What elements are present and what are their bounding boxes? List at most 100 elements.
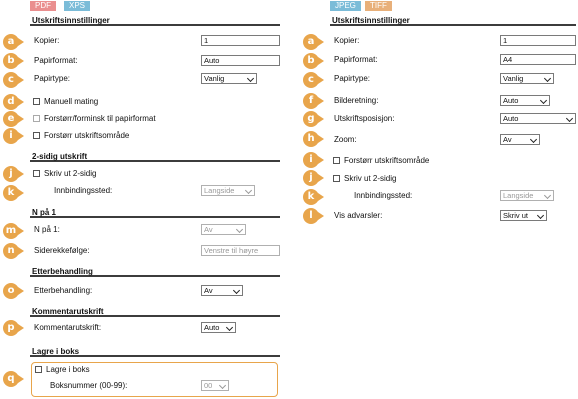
- r-posisjon-value: Auto: [503, 114, 519, 123]
- chevron-down-icon: [565, 114, 574, 123]
- innbinding-label: Innbindingssted:: [54, 186, 113, 195]
- badge-l-right: l: [303, 208, 324, 224]
- right-row-papirformat: Papirformat: A4: [330, 54, 576, 66]
- chevron-down-icon: [225, 323, 234, 332]
- left-row-skriv2: Skriv ut 2-sidig: [30, 168, 280, 180]
- innbinding-select[interactable]: Langside: [201, 185, 255, 196]
- left-row-papirformat: Papirformat: Auto: [30, 55, 280, 67]
- section-npa1: N på 1: [30, 207, 280, 218]
- papirtype-label: Papirtype:: [34, 74, 71, 83]
- badge-h-right: h: [303, 131, 324, 147]
- right-row-posisjon: Utskriftsposisjon: Auto: [330, 113, 576, 125]
- badge-i-right: i: [303, 152, 324, 168]
- r-papirtype-select[interactable]: Vanlig: [500, 73, 554, 84]
- right-row-kopier: Kopier: 1: [330, 35, 576, 47]
- r-papirformat-label: Papirformat:: [334, 55, 378, 64]
- manuell-label: Manuell mating: [44, 97, 99, 106]
- r-kopier-label: Kopier:: [334, 36, 360, 45]
- left-row-komm: Kommentarutskrift: Auto: [30, 322, 280, 334]
- forstorr-omr-label: Forstørr utskriftsområde: [44, 131, 130, 140]
- right-row-zoom: Zoom: Av: [330, 134, 576, 146]
- r-zoom-value: Av: [503, 135, 512, 144]
- badge-c-right: c: [303, 72, 324, 88]
- npa1-label: N på 1:: [34, 225, 60, 234]
- r-zoom-select[interactable]: Av: [500, 134, 540, 145]
- badge-n-left: n: [3, 243, 24, 259]
- r-skriv2-label: Skriv ut 2-sidig: [344, 174, 397, 183]
- r-advarsler-select[interactable]: Skriv ut: [500, 210, 547, 221]
- r-advarsler-value: Skriv ut: [503, 211, 529, 220]
- badge-a-right: a: [303, 34, 324, 50]
- badge-c-left: c: [3, 72, 24, 88]
- chevron-down-icon: [218, 381, 227, 390]
- left-row-lagre: Lagre i boks: [31, 364, 276, 376]
- badge-p-left: p: [3, 320, 24, 336]
- r-forstorr-omr-checkbox[interactable]: [333, 157, 340, 164]
- right-row-bilderetning: Bilderetning: Auto: [330, 95, 576, 107]
- r-skriv2-checkbox[interactable]: [333, 175, 340, 182]
- r-kopier-input[interactable]: 1: [500, 35, 576, 46]
- chevron-down-icon: [235, 225, 244, 234]
- npa1-select[interactable]: Av: [201, 224, 246, 235]
- left-row-manuell: Manuell mating: [30, 96, 280, 108]
- section-etter: Etterbehandling: [30, 266, 280, 277]
- npa1-value: Av: [204, 225, 213, 234]
- badge-o-left: o: [3, 283, 24, 299]
- papirformat-label: Papirformat:: [34, 56, 78, 65]
- papirtype-select[interactable]: Vanlig: [201, 73, 257, 84]
- papirtype-value: Vanlig: [204, 74, 225, 83]
- left-row-forstorr-omr: Forstørr utskriftsområde: [30, 130, 280, 142]
- boksnr-select[interactable]: 00: [201, 380, 229, 391]
- r-papirtype-value: Vanlig: [503, 74, 524, 83]
- left-row-kopier: Kopier: 1: [30, 35, 280, 47]
- kopier-input[interactable]: 1: [201, 35, 280, 46]
- badge-a-left: a: [3, 34, 24, 50]
- r-posisjon-label: Utskriftsposisjon:: [334, 114, 395, 123]
- lagre-checkbox[interactable]: [35, 366, 42, 373]
- badge-b-right: b: [303, 53, 324, 69]
- section-lagre: Lagre i boks: [30, 346, 280, 357]
- r-advarsler-label: Vis advarsler:: [334, 211, 383, 220]
- badge-i-left: i: [3, 128, 24, 144]
- section-2sidig: 2-sidig utskrift: [30, 151, 280, 162]
- kopier-label: Kopier:: [34, 36, 60, 45]
- forstorr-omr-checkbox[interactable]: [33, 132, 40, 139]
- lagre-label: Lagre i boks: [46, 365, 90, 374]
- r-zoom-label: Zoom:: [334, 135, 357, 144]
- komm-select[interactable]: Auto: [201, 322, 236, 333]
- manuell-checkbox[interactable]: [33, 98, 40, 105]
- r-innbinding-label: Innbindingssted:: [354, 191, 413, 200]
- etter-label: Etterbehandling:: [34, 286, 93, 295]
- chevron-down-icon: [536, 211, 545, 220]
- left-header: Utskriftsinnstillinger: [30, 15, 280, 26]
- r-papirformat-input[interactable]: A4: [500, 54, 576, 65]
- r-bilderetning-label: Bilderetning:: [334, 96, 379, 105]
- badge-d-left: d: [3, 94, 24, 110]
- jpeg-tag: JPEG: [330, 1, 361, 11]
- chevron-down-icon: [539, 96, 548, 105]
- pdf-tag: PDF: [30, 1, 56, 11]
- chevron-down-icon: [232, 286, 241, 295]
- xps-tag: XPS: [64, 1, 91, 11]
- badge-b-left: b: [3, 53, 24, 69]
- chevron-down-icon: [543, 191, 552, 200]
- komm-value: Auto: [204, 323, 220, 332]
- siderekke-select[interactable]: Venstre til høyre: [201, 245, 280, 256]
- r-bilderetning-select[interactable]: Auto: [500, 95, 550, 106]
- badge-j-left: j: [3, 166, 24, 182]
- r-posisjon-select[interactable]: Auto: [500, 113, 576, 124]
- r-papirtype-label: Papirtype:: [334, 74, 371, 83]
- left-row-forstorr-papir: Forstørr/forminsk til papirformat: [30, 113, 280, 125]
- badge-j-right: j: [303, 170, 324, 186]
- etter-select[interactable]: Av: [201, 285, 243, 296]
- left-row-innbinding: Innbindingssted: Langside: [30, 185, 280, 197]
- papirformat-input[interactable]: Auto: [201, 55, 280, 66]
- skriv2-label: Skriv ut 2-sidig: [44, 169, 97, 178]
- skriv2-checkbox[interactable]: [33, 170, 40, 177]
- badge-g-right: g: [303, 111, 324, 127]
- badge-e-left: e: [3, 111, 24, 127]
- right-row-advarsler: Vis advarsler: Skriv ut: [330, 210, 576, 222]
- r-innbinding-select[interactable]: Langside: [500, 190, 554, 201]
- right-row-skriv2: Skriv ut 2-sidig: [330, 173, 576, 185]
- forstorr-papir-checkbox[interactable]: [33, 115, 40, 122]
